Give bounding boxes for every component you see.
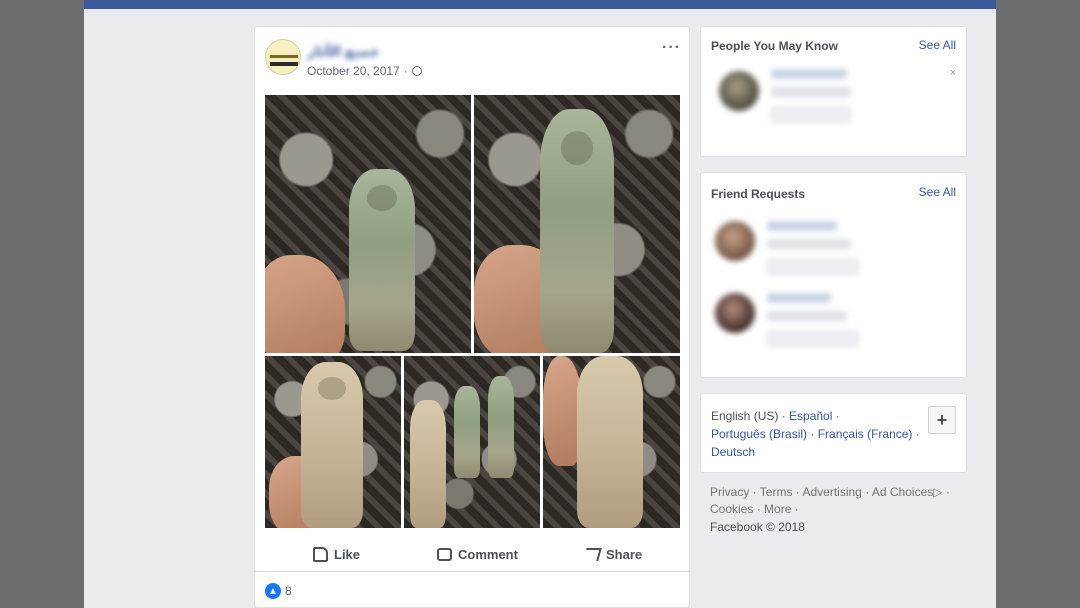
comment-icon — [437, 547, 452, 561]
confirm-request-button-1[interactable] — [767, 259, 859, 275]
footer-line-2: Cookies · More · — [710, 502, 799, 516]
share-button[interactable]: Share — [583, 544, 643, 564]
language-line-3: Deutsch — [711, 445, 755, 459]
terms-link[interactable]: Terms — [760, 485, 793, 499]
post-photo-5[interactable] — [543, 356, 680, 528]
footer-copyright: Facebook © 2018 — [710, 520, 805, 534]
language-espanol[interactable]: Español — [789, 409, 832, 423]
people-see-all-link[interactable]: See All — [919, 38, 956, 52]
cookies-link[interactable]: Cookies — [710, 502, 753, 516]
more-languages-button[interactable]: + — [928, 406, 956, 434]
privacy-link[interactable]: Privacy — [710, 485, 749, 499]
request-detail-2 — [767, 311, 847, 321]
friend-requests-card: Friend Requests See All — [700, 172, 967, 378]
thumbs-up-icon — [313, 546, 328, 562]
share-icon — [583, 547, 602, 561]
meta-separator: · — [403, 64, 408, 78]
confirm-request-button-2[interactable] — [767, 331, 859, 347]
request-detail-1 — [767, 239, 851, 249]
suggested-person-name[interactable] — [771, 69, 847, 79]
post-photo-2[interactable] — [474, 95, 680, 353]
reaction-summary[interactable]: ▲ 8 — [265, 583, 292, 599]
language-line-2: Português (Brasil) · Français (France) · — [711, 427, 920, 441]
footer-line-1: Privacy · Terms · Advertising · Ad Choic… — [710, 485, 950, 499]
people-you-may-know-card: People You May Know See All × — [700, 26, 967, 157]
more-link[interactable]: More — [764, 502, 791, 516]
like-reaction-icon: ▲ — [265, 583, 281, 599]
advertising-link[interactable]: Advertising — [802, 485, 861, 499]
language-english: English (US) — [711, 409, 779, 423]
post-date[interactable]: October 20, 2017 — [307, 64, 400, 78]
suggested-person-avatar[interactable] — [719, 71, 759, 111]
share-label: Share — [606, 546, 643, 562]
post-meta: October 20, 2017 · — [307, 64, 422, 78]
language-line-1: English (US) · Español · — [711, 409, 840, 423]
like-button[interactable]: Like — [313, 544, 360, 564]
add-friend-button[interactable] — [771, 107, 851, 123]
post-photo-1[interactable] — [265, 95, 471, 353]
requests-see-all-link[interactable]: See All — [919, 185, 956, 199]
request-name-1[interactable] — [767, 221, 837, 231]
ad-choices-icon: ▷ — [933, 485, 943, 499]
post-card: جميع الآثار October 20, 2017 · ··· Like … — [254, 26, 690, 608]
top-navigation-bar — [84, 0, 996, 9]
ad-choices-link[interactable]: Ad Choices — [872, 485, 933, 499]
request-name-2[interactable] — [767, 293, 831, 303]
language-deutsch[interactable]: Deutsch — [711, 445, 755, 459]
like-label: Like — [334, 546, 361, 562]
comment-label: Comment — [458, 546, 518, 562]
suggested-person-detail — [771, 87, 851, 97]
request-avatar-2[interactable] — [715, 293, 755, 333]
language-portugues[interactable]: Português (Brasil) — [711, 427, 807, 441]
post-actions-bar: Like Comment Share — [255, 534, 689, 572]
post-author-name[interactable]: جميع الآثار — [307, 43, 380, 60]
post-options-button[interactable]: ··· — [662, 39, 681, 57]
globe-icon — [411, 66, 422, 76]
post-photo-4[interactable] — [404, 356, 540, 528]
people-you-may-know-title: People You May Know — [711, 39, 838, 53]
comment-button[interactable]: Comment — [437, 544, 518, 564]
friend-requests-title: Friend Requests — [711, 187, 806, 201]
request-avatar-1[interactable] — [715, 221, 755, 261]
post-photo-3[interactable] — [265, 356, 401, 528]
reaction-count: 8 — [285, 584, 292, 598]
language-francais[interactable]: Français (France) — [818, 427, 913, 441]
facebook-screen: جميع الآثار October 20, 2017 · ··· Like … — [84, 0, 996, 608]
dismiss-suggestion-button[interactable]: × — [950, 67, 956, 79]
page-avatar[interactable] — [265, 39, 301, 75]
languages-card: English (US) · Español · Português (Bras… — [700, 393, 967, 473]
